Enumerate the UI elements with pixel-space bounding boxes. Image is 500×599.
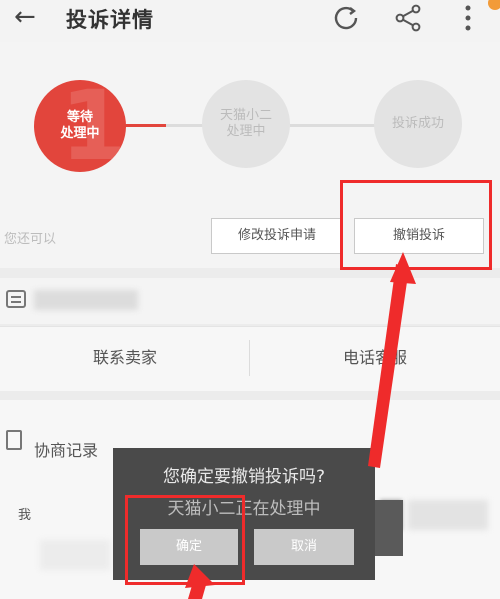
page-title: 投诉详情 <box>66 8 154 32</box>
progress-line <box>290 124 376 127</box>
record-author: 我 <box>18 508 32 523</box>
more-vertical-icon[interactable] <box>458 2 478 34</box>
records-title: 协商记录 <box>34 441 99 460</box>
notification-dot <box>488 0 500 10</box>
annotation-box-revoke <box>340 180 492 270</box>
actions-label: 您还可以 <box>4 232 57 247</box>
progress-step-tmall: 天猫小二 处理中 <box>202 80 290 168</box>
share-icon[interactable] <box>392 2 424 34</box>
step-label: 投诉成功 <box>391 116 444 131</box>
progress-line-done <box>124 124 166 127</box>
record-content-blurred <box>408 500 488 530</box>
contact-seller-button[interactable]: 联系卖家 <box>0 326 250 390</box>
progress-step-success: 投诉成功 <box>374 80 462 168</box>
step-watermark-digit: 1 <box>60 70 127 182</box>
document-icon <box>6 430 22 450</box>
annotation-box-confirm <box>125 495 245 585</box>
dialog-cancel-button[interactable]: 取消 <box>254 529 354 565</box>
dialog-question: 您确定要撤销投诉吗? <box>162 467 326 487</box>
shop-name-blurred <box>34 290 138 310</box>
record-content-blurred <box>40 540 110 570</box>
phone-service-button[interactable]: 电话客服 <box>250 326 500 390</box>
step-label: 天猫小二 处理中 <box>219 108 272 139</box>
shop-icon <box>6 290 26 308</box>
dialog-edge <box>375 500 403 556</box>
refresh-icon[interactable] <box>330 2 362 34</box>
modify-complaint-button[interactable]: 修改投诉申请 <box>211 218 343 254</box>
back-arrow-icon[interactable]: ← <box>14 2 36 32</box>
progress-line <box>166 124 204 127</box>
